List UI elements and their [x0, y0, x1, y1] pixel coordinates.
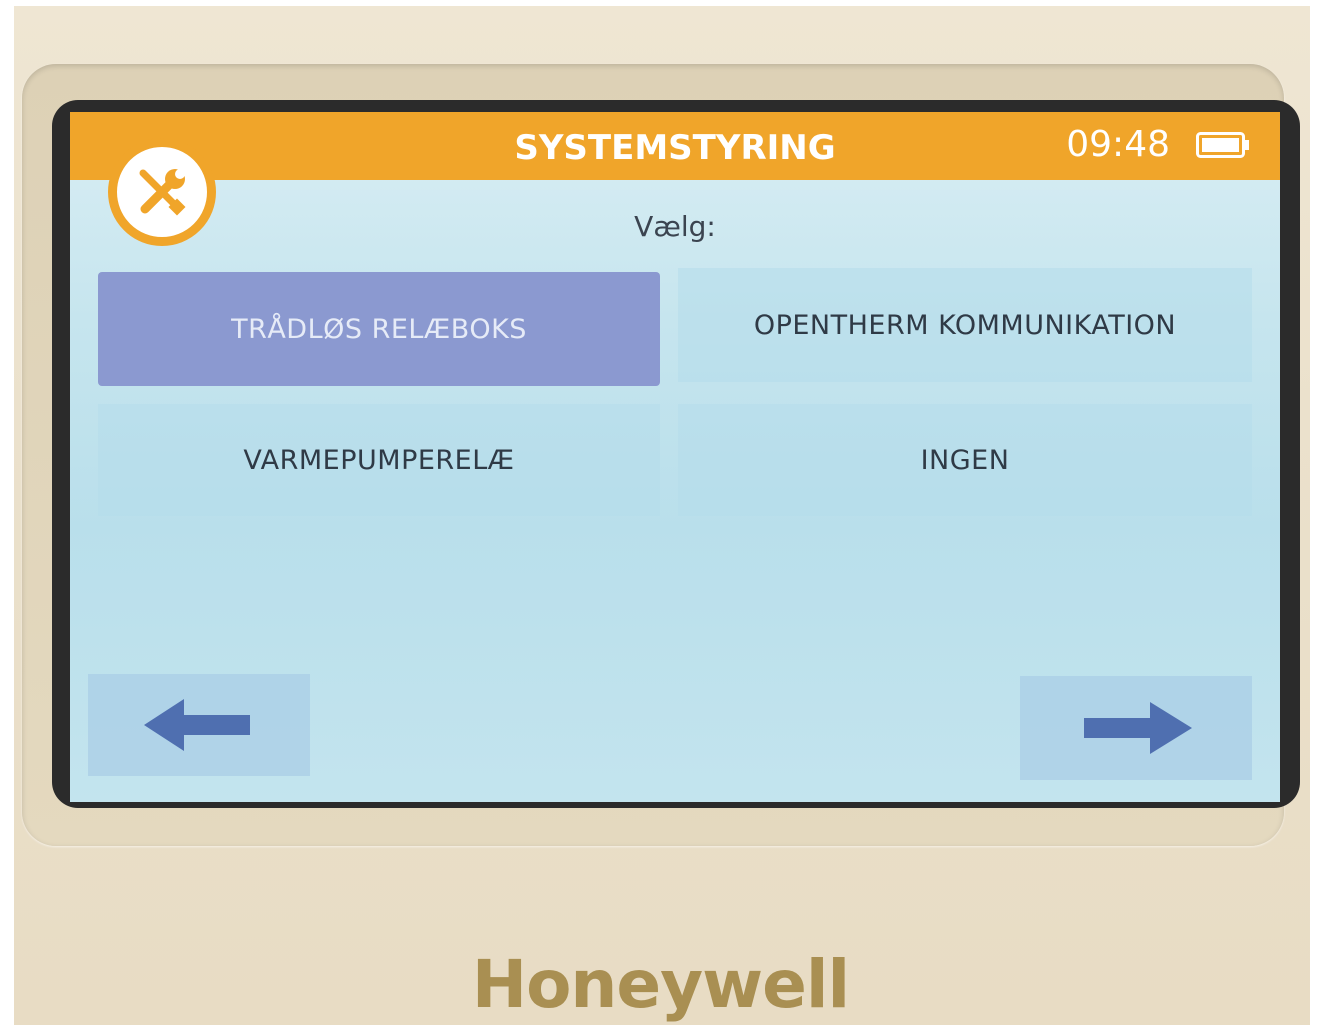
option-heat-pump-relay[interactable]: VARMEPUMPERELÆ	[98, 404, 660, 516]
next-button[interactable]	[1020, 676, 1252, 780]
battery-full-icon	[1196, 132, 1249, 158]
prompt-label: Vælg:	[634, 210, 716, 243]
clock-time: 09:48	[1066, 124, 1170, 165]
option-opentherm-communication[interactable]: OPENTHERM KOMMUNIKATION	[678, 268, 1252, 382]
option-wireless-relay-box[interactable]: TRÅDLØS RELÆBOKS	[98, 272, 660, 386]
back-button[interactable]	[88, 674, 310, 776]
brand-logo: Honeywell	[471, 946, 850, 1023]
arrow-left-icon	[144, 699, 250, 751]
header-bar: SYSTEMSTYRING 09:48	[70, 112, 1280, 180]
arrow-right-icon	[1084, 702, 1192, 754]
touch-screen: SYSTEMSTYRING 09:48 Vælg: TRÅDLØS RELÆBO…	[70, 112, 1280, 802]
option-none[interactable]: INGEN	[678, 404, 1252, 516]
